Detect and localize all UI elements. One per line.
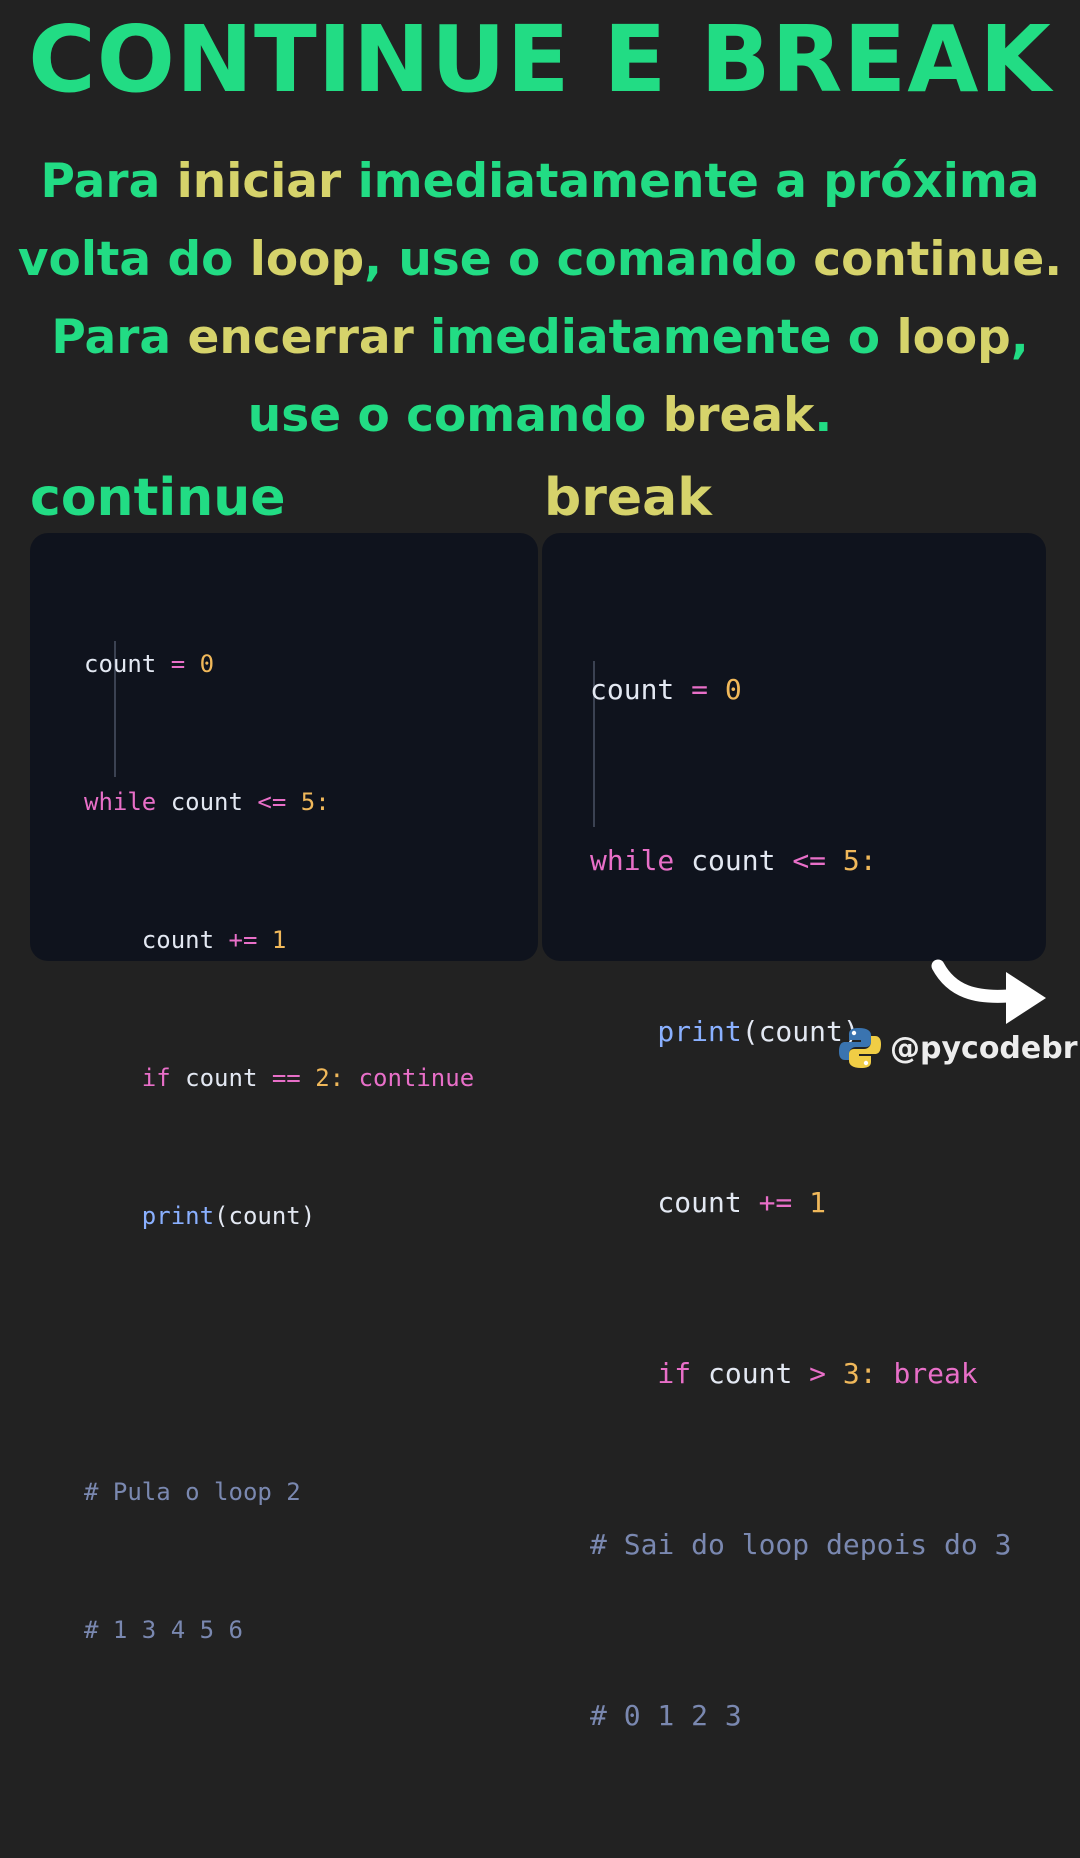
intro-line-2: volta do loop, use o comando continue. [0,221,1080,299]
code-number: 3: [826,1357,894,1390]
code-number: 2: [300,1064,359,1092]
code-keyword: while [84,788,157,816]
code-operator: += [758,1186,793,1219]
handle-text: @pycodebr [890,1030,1078,1066]
curved-arrow-right-icon[interactable] [930,958,1052,1034]
code-identifier: count [84,926,229,954]
page-title: CONTINUE E BREAK [28,6,1052,113]
code-number: 1 [792,1186,827,1219]
code-identifier: count [691,1357,810,1390]
intro-highlight: iniciar [176,154,342,209]
code-operator: <= [792,844,827,877]
code-identifier: count [590,673,675,706]
code-number: 5: [286,788,330,816]
code-identifier: count [674,844,793,877]
code-number: 5: [826,844,877,877]
code-operator: = [674,673,725,706]
intro-text-part: Para [51,310,188,365]
code-keyword: continue [358,1064,475,1092]
code-keyword: while [590,844,675,877]
intro-text-part: , use o comando [364,232,814,287]
code-identifier: count [156,788,258,816]
code-line: count += 1 [590,1174,1011,1231]
code-operator: > [809,1357,827,1390]
intro-text-part: use o comando [247,388,663,443]
code-comment: # 1 3 4 5 6 [84,1616,243,1644]
break-section-label: break [544,468,712,528]
code-line: if count > 3: break [590,1345,1011,1402]
code-comment: # 0 1 2 3 [590,1699,742,1732]
continue-section-label: continue [30,468,286,528]
intro-line-4: use o comando break. [0,377,1080,455]
continue-code-block: count = 0 while count <= 5: count += 1 i… [84,549,474,1745]
code-line: while count <= 5: [84,779,474,825]
intro-highlight: loop [249,232,365,287]
code-number: 0 [199,650,215,678]
intro-text-part: . [814,388,833,443]
intro-text-part: , [1010,310,1029,365]
code-line: while count <= 5: [590,832,1011,889]
code-number: 1 [257,926,287,954]
intro-text-part: volta do [17,232,250,287]
code-line: if count == 2: continue [84,1055,474,1101]
code-identifier: count [84,650,157,678]
code-operator: += [228,926,258,954]
intro-highlight: break [662,388,815,443]
code-function: print [590,1015,742,1048]
intro-line-1: Para iniciar imediatamente a próxima [0,143,1080,221]
code-number: 0 [724,673,742,706]
code-identifier: count [590,1186,759,1219]
code-function: print [84,1202,215,1230]
intro-highlight: encerrar [187,310,414,365]
intro-highlight: loop [896,310,1011,365]
code-identifier: count [170,1064,272,1092]
code-comment: # Sai do loop depois do 3 [590,1528,1012,1561]
code-operator: = [156,650,200,678]
python-logo-icon [839,1028,881,1068]
intro-text-part: Para [40,154,177,209]
code-keyword: break [893,1357,978,1390]
break-code-block: count = 0 while count <= 5: print(count)… [590,547,1011,1858]
code-line: count = 0 [84,641,474,687]
code-keyword: if [84,1064,171,1092]
intro-text-part: imediatamente a próxima [341,154,1040,209]
code-line: count += 1 [84,917,474,963]
code-line: print(count) [84,1193,474,1239]
brand-handle: @pycodebr [838,1026,1078,1070]
continue-code-panel: count = 0 while count <= 5: count += 1 i… [30,533,538,1644]
code-operator: == [271,1064,301,1092]
intro-text: Para iniciar imediatamente a próxima vol… [0,143,1080,455]
code-keyword: if [590,1357,692,1390]
intro-text-part: imediatamente o [413,310,897,365]
intro-highlight: continue. [813,232,1063,287]
code-line: count = 0 [590,661,1011,718]
intro-line-3: Para encerrar imediatamente o loop, [0,299,1080,377]
code-args: (count) [214,1202,316,1230]
code-comment: # Pula o loop 2 [84,1478,301,1506]
break-code-panel: count = 0 while count <= 5: print(count)… [542,533,1046,1732]
code-operator: <= [257,788,287,816]
